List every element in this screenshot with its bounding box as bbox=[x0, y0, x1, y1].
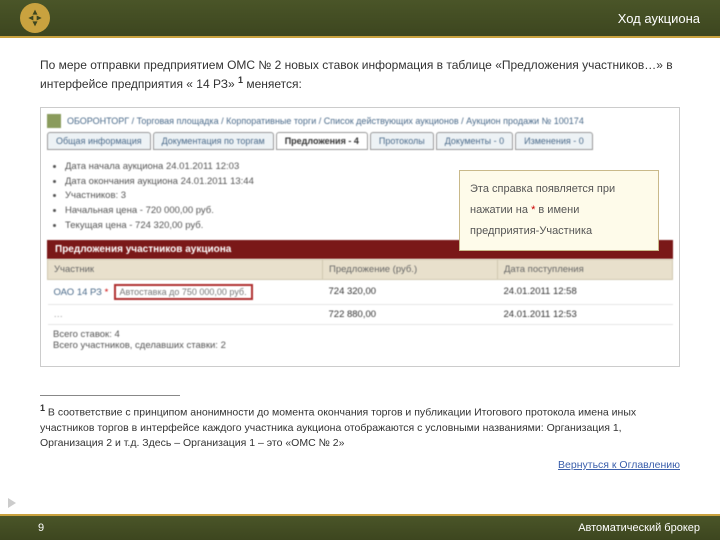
table-row: … 722 880,00 24.01.2011 12:53 bbox=[48, 304, 673, 324]
total-bids: Всего ставок: 4 bbox=[53, 329, 667, 340]
total-bidders: Всего участников, сделавших ставки: 2 bbox=[53, 340, 667, 351]
tooltip-callout: Эта справка появляется при нажатии на * … bbox=[459, 170, 659, 251]
callout-line3: предприятия-Участника bbox=[470, 221, 648, 242]
tab-docs[interactable]: Документация по торгам bbox=[153, 132, 274, 150]
tab-protocols[interactable]: Протоколы bbox=[370, 132, 434, 150]
bid-value: 722 880,00 bbox=[323, 304, 498, 324]
footer-caption: Автоматический брокер bbox=[578, 522, 700, 534]
app-screenshot: ОБОРОНТОРГ / Торговая площадка / Корпора… bbox=[40, 107, 680, 367]
page-number: 9 bbox=[38, 522, 44, 534]
play-icon[interactable] bbox=[8, 498, 16, 508]
participant-name[interactable]: ОАО 14 РЗ bbox=[54, 287, 102, 298]
tab-offers[interactable]: Предложения - 4 bbox=[276, 132, 368, 150]
tab-changes[interactable]: Изменения - 0 bbox=[515, 132, 593, 150]
offers-table: Участник Предложение (руб.) Дата поступл… bbox=[47, 259, 673, 325]
logo-emblem bbox=[20, 3, 50, 33]
intro-part2: меняется: bbox=[243, 77, 302, 91]
bid-value: 724 320,00 bbox=[323, 279, 498, 304]
tab-documents[interactable]: Документы - 0 bbox=[436, 132, 513, 150]
breadcrumb: ОБОРОНТОРГ / Торговая площадка / Корпора… bbox=[67, 116, 584, 126]
intro-part1: По мере отправки предприятием ОМС № 2 но… bbox=[40, 58, 673, 91]
summary-block: Всего ставок: 4 Всего участников, сделав… bbox=[47, 325, 673, 355]
bid-date: 24.01.2011 12:53 bbox=[498, 304, 673, 324]
intro-text: По мере отправки предприятием ОМС № 2 но… bbox=[40, 56, 680, 93]
footnote-text: 1 В соответствие с принципом анонимности… bbox=[40, 402, 680, 451]
autobid-box: Автоставка до 750 000,00 руб. bbox=[114, 284, 253, 300]
table-row: ОАО 14 РЗ * Автоставка до 750 000,00 руб… bbox=[48, 279, 673, 304]
footnote-body: В соответствие с принципом анонимности д… bbox=[40, 407, 636, 449]
callout-line2: нажатии на * в имени bbox=[470, 200, 648, 221]
col-date: Дата поступления bbox=[498, 259, 673, 279]
star-icon[interactable]: * bbox=[105, 287, 109, 298]
slide-title: Ход аукциона bbox=[618, 11, 700, 26]
app-icon bbox=[47, 114, 61, 128]
tab-general[interactable]: Общая информация bbox=[47, 132, 151, 150]
footnote-rule bbox=[40, 395, 180, 396]
tab-strip: Общая информация Документация по торгам … bbox=[47, 132, 673, 150]
slide-header: Ход аукциона bbox=[0, 0, 720, 38]
col-participant: Участник bbox=[48, 259, 323, 279]
back-to-toc-link[interactable]: Вернуться к Оглавлению bbox=[0, 459, 720, 471]
callout-line1: Эта справка появляется при bbox=[470, 179, 648, 200]
col-bid: Предложение (руб.) bbox=[323, 259, 498, 279]
bid-date: 24.01.2011 12:58 bbox=[498, 279, 673, 304]
slide-footer: 9 Автоматический брокер bbox=[0, 514, 720, 540]
